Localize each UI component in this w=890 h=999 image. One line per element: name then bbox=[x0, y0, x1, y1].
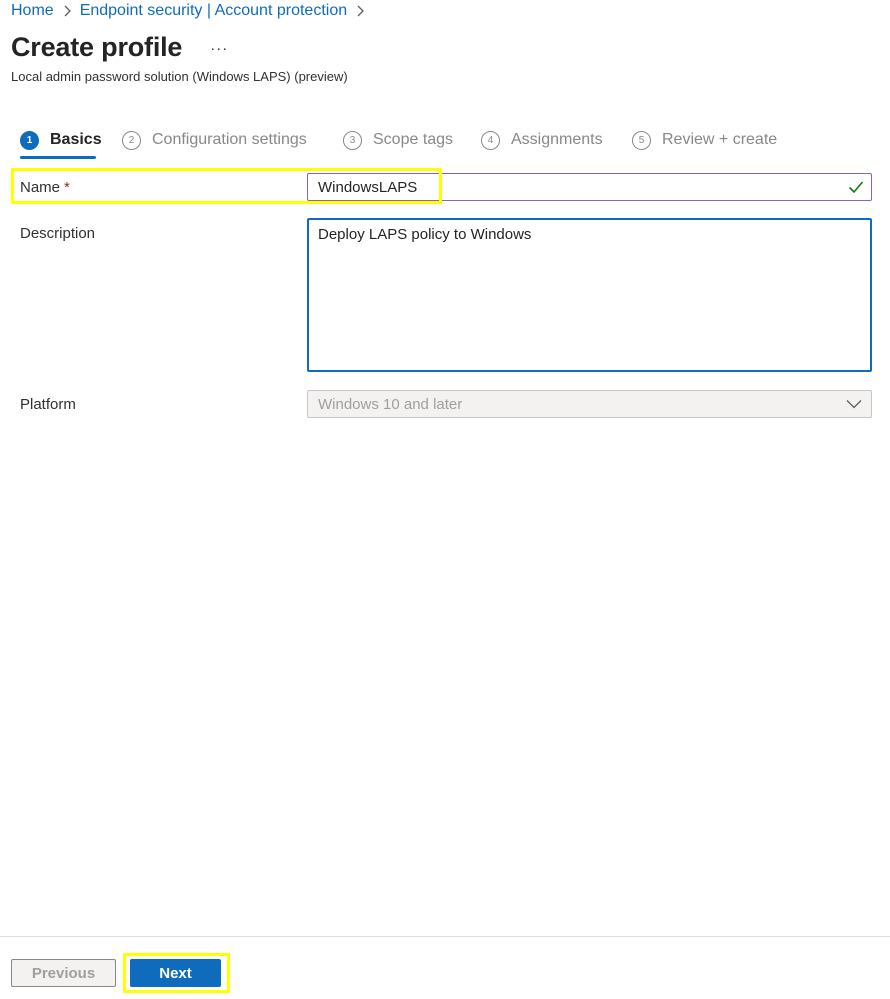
platform-selected-value: Windows 10 and later bbox=[318, 395, 463, 413]
page-subtitle: Local admin password solution (Windows L… bbox=[11, 69, 348, 84]
name-input[interactable] bbox=[308, 174, 871, 200]
breadcrumb-home-link[interactable]: Home bbox=[11, 2, 54, 20]
platform-label: Platform bbox=[20, 396, 76, 413]
tab-basics[interactable]: 1 Basics bbox=[20, 128, 102, 159]
step-label-configuration-settings: Configuration settings bbox=[152, 131, 307, 148]
step-label-review-create: Review + create bbox=[662, 131, 778, 148]
step-number-3: 3 bbox=[343, 130, 362, 150]
page-title: Create profile bbox=[11, 32, 183, 62]
step-number-5: 5 bbox=[632, 130, 651, 150]
chevron-down-icon bbox=[846, 400, 862, 409]
platform-dropdown[interactable]: Windows 10 and later bbox=[307, 390, 872, 418]
tab-assignments[interactable]: 4 Assignments bbox=[481, 128, 603, 152]
more-options-icon[interactable]: ··· bbox=[210, 38, 228, 57]
next-button[interactable]: Next bbox=[130, 959, 221, 987]
previous-button[interactable]: Previous bbox=[11, 959, 116, 987]
page-header: Create profile ··· bbox=[11, 32, 228, 63]
step-number-2: 2 bbox=[122, 130, 141, 150]
breadcrumb: Home Endpoint security | Account protect… bbox=[11, 1, 373, 21]
name-label-text: Name bbox=[20, 179, 61, 196]
step-label-assignments: Assignments bbox=[511, 131, 603, 148]
step-number-1: 1 bbox=[20, 130, 39, 150]
footer-divider bbox=[0, 936, 890, 937]
tab-review-create[interactable]: 5 Review + create bbox=[632, 128, 777, 152]
checkmark-icon bbox=[848, 181, 864, 194]
name-label: Name * bbox=[20, 179, 70, 196]
description-textarea[interactable]: Deploy LAPS policy to Windows bbox=[309, 220, 870, 370]
tab-configuration-settings[interactable]: 2 Configuration settings bbox=[122, 128, 307, 152]
step-label-scope-tags: Scope tags bbox=[373, 131, 454, 148]
name-field-container bbox=[307, 173, 872, 201]
active-step-indicator bbox=[20, 156, 96, 159]
tab-scope-tags[interactable]: 3 Scope tags bbox=[343, 128, 453, 152]
breadcrumb-account-protection-link[interactable]: Endpoint security | Account protection bbox=[80, 2, 347, 20]
description-field-container: Deploy LAPS policy to Windows bbox=[307, 218, 872, 372]
chevron-right-icon bbox=[347, 5, 373, 17]
description-label: Description bbox=[20, 225, 96, 242]
chevron-right-icon bbox=[54, 5, 80, 17]
step-label-basics: Basics bbox=[50, 131, 102, 148]
step-number-4: 4 bbox=[481, 130, 500, 150]
required-indicator: * bbox=[64, 179, 70, 196]
